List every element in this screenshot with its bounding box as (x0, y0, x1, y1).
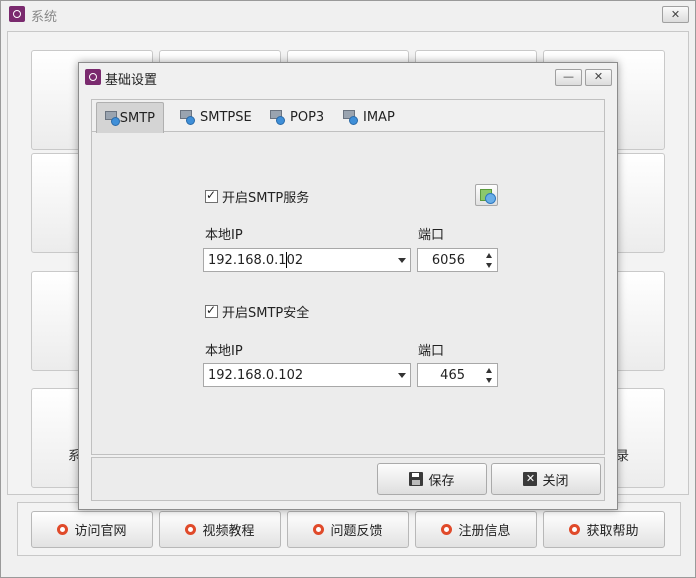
network-gear-icon (105, 111, 120, 126)
tab-imap[interactable]: IMAP (335, 102, 403, 132)
main-close-button[interactable]: ✕ (662, 6, 689, 23)
dialog-title: 基础设置 (105, 73, 158, 88)
registration-info-button[interactable]: 注册信息 (415, 511, 537, 548)
port-label: 端口 (418, 228, 445, 243)
tab-panel: SMTP SMTPSE POP3 IMAP (91, 99, 605, 455)
port-stepper[interactable]: 6056 (417, 248, 498, 272)
arrow-up-icon[interactable] (486, 368, 492, 373)
circle-icon (185, 524, 197, 535)
tab-label: POP3 (290, 109, 325, 125)
tab-label: SMTPSE (200, 109, 252, 125)
circle-icon (569, 524, 581, 535)
circle-icon (441, 524, 453, 535)
network-gear-icon (270, 110, 285, 125)
settings-dialog: 基础设置 — ✕ SMTP SMTPSE POP3 IMAP 开 (78, 62, 618, 510)
save-button[interactable]: 保存 (377, 463, 487, 495)
tab-smtpse[interactable]: SMTPSE (172, 102, 260, 132)
circle-icon (313, 524, 325, 535)
arrow-down-icon[interactable] (486, 378, 492, 383)
app-logo-icon (9, 6, 25, 22)
tab-smtp[interactable]: SMTP (96, 102, 164, 133)
secure-local-ip-value: 192.168.0.102 (208, 368, 304, 383)
button-label: 获取帮助 (586, 524, 639, 539)
tab-label: IMAP (363, 109, 395, 125)
button-label: 访问官网 (74, 524, 127, 539)
local-ip-value: 192.168.0.102 (208, 253, 304, 268)
arrow-up-icon[interactable] (486, 253, 492, 258)
secure-local-ip-select[interactable]: 192.168.0.102 (203, 363, 411, 387)
close-icon: ✕ (523, 472, 538, 486)
tab-label: SMTP (119, 110, 155, 126)
minimize-button[interactable]: — (555, 69, 582, 86)
close-label: 关闭 (542, 473, 569, 489)
app-logo-icon (85, 69, 101, 85)
close-button[interactable]: ✕ 关闭 (491, 463, 601, 495)
secure-local-ip-label: 本地IP (205, 344, 243, 359)
network-gear-icon (343, 110, 358, 125)
chevron-down-icon[interactable] (398, 373, 406, 378)
local-ip-select[interactable]: 192.168.0.102 (203, 248, 411, 272)
save-icon (409, 472, 424, 486)
checkbox-checked-icon[interactable] (205, 188, 218, 203)
get-help-button[interactable]: 获取帮助 (543, 511, 665, 548)
video-tutorial-button[interactable]: 视频教程 (159, 511, 281, 548)
checkbox-label: 开启SMTP服务 (222, 191, 310, 206)
arrow-down-icon[interactable] (486, 263, 492, 268)
visit-website-button[interactable]: 访问官网 (31, 511, 153, 548)
feedback-button[interactable]: 问题反馈 (287, 511, 409, 548)
secure-port-stepper[interactable]: 465 (417, 363, 498, 387)
main-title-bar: 系统 ✕ (1, 1, 695, 27)
local-ip-label: 本地IP (205, 228, 243, 243)
text-caret (286, 252, 287, 268)
network-gear-icon (180, 110, 195, 125)
tab-strip: SMTP SMTPSE POP3 IMAP (92, 100, 604, 133)
main-window-title: 系统 (31, 10, 58, 25)
dialog-close-button[interactable]: ✕ (585, 69, 612, 86)
chevron-down-icon[interactable] (398, 258, 406, 263)
checkbox-label: 开启SMTP安全 (222, 306, 310, 321)
test-connection-button[interactable] (475, 184, 498, 206)
dialog-title-bar: 基础设置 — ✕ (79, 63, 617, 91)
circle-icon (57, 524, 69, 535)
button-label: 视频教程 (202, 524, 255, 539)
secure-port-label: 端口 (418, 344, 445, 359)
secure-port-value: 465 (440, 368, 465, 383)
button-label: 注册信息 (458, 524, 511, 539)
enable-smtp-checkbox[interactable]: 开启SMTP服务 (205, 187, 309, 206)
checkbox-checked-icon[interactable] (205, 303, 218, 318)
enable-smtp-secure-checkbox[interactable]: 开启SMTP安全 (205, 302, 309, 321)
tab-pop3[interactable]: POP3 (262, 102, 332, 132)
save-label: 保存 (428, 473, 455, 489)
button-label: 问题反馈 (330, 524, 383, 539)
port-value: 6056 (431, 253, 465, 268)
